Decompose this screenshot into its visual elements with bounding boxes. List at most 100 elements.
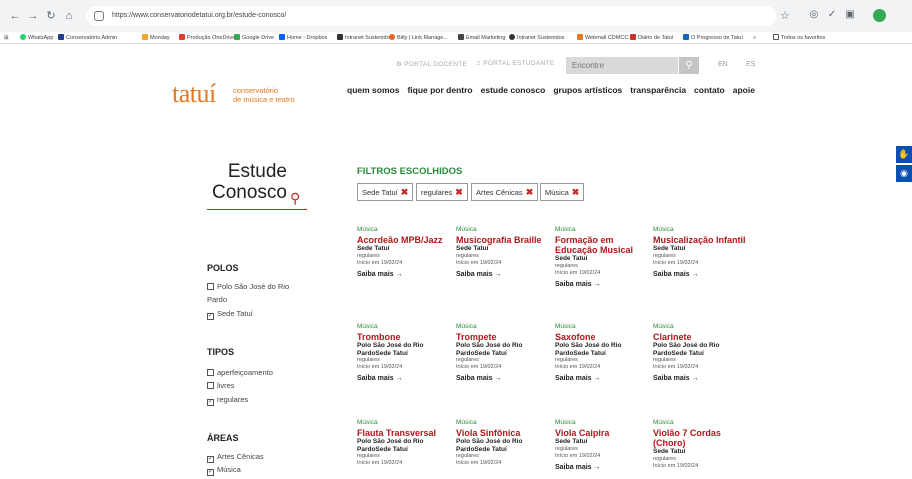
reload-icon[interactable]: ↻ [44, 9, 58, 23]
course-card[interactable]: Música Violão 7 Cordas (Choro) Sede Tatuí r… [653, 418, 747, 470]
course-card[interactable]: Música Musicografia Braille Sede Tatuí regu… [456, 225, 550, 279]
saiba-mais-link[interactable]: Saiba mais → [555, 281, 649, 289]
filter-area-musica[interactable]: ✓ Música [207, 463, 307, 476]
chip-sede-tatui[interactable]: Sede Tatuí ✖ [357, 183, 414, 201]
checkbox-unchecked-icon[interactable] [207, 369, 214, 376]
check-extension-icon[interactable]: ✓ [826, 9, 838, 21]
url-field[interactable]: https://www.conservatoriodetatui.org.br/… [86, 6, 776, 26]
saiba-mais-link[interactable]: Saiba mais → [357, 375, 451, 383]
site-info-icon[interactable] [94, 11, 104, 21]
remove-x-icon[interactable]: ✖ [526, 187, 534, 197]
bookmark-whatsapp[interactable]: WhatsApp [20, 32, 53, 43]
chip-regulares[interactable]: regulares ✖ [416, 183, 468, 201]
site-search-input[interactable] [566, 57, 678, 74]
course-title[interactable]: Musicografia Braille [456, 235, 550, 245]
filter-area-artes-cenicas[interactable]: ✓ Artes Cênicas [207, 450, 307, 463]
course-title[interactable]: Formação em Educação Musical [555, 235, 649, 255]
course-card[interactable]: Música Saxofone Polo São José do Rio Pardo… [555, 322, 649, 383]
sign-language-button[interactable]: ✋ [896, 146, 912, 163]
saiba-mais-link[interactable]: Saiba mais → [653, 375, 747, 383]
course-card[interactable]: Música Trombone Polo São José do Rio Pardo… [357, 322, 451, 383]
lang-es-link[interactable]: ES [746, 61, 755, 68]
checkbox-unchecked-icon[interactable] [207, 382, 214, 389]
course-card[interactable]: Música Acordeão MPB/Jazz Sede Tatuí regular… [357, 225, 451, 279]
lang-en-link[interactable]: EN [718, 61, 728, 68]
checkbox-checked-icon[interactable]: ✓ [207, 456, 214, 463]
bookmark-diario-tatui[interactable]: Diário de Tatuí [630, 32, 673, 43]
course-title[interactable]: Trombone [357, 332, 451, 342]
saiba-mais-link[interactable]: Saiba mais → [456, 375, 550, 383]
course-card[interactable]: Música Viola Caipira Sede Tatuí regulares In… [555, 418, 649, 472]
puzzle-icon[interactable]: ▣ [844, 9, 856, 21]
portal-docente-link[interactable]: ⚙ PORTAL DOCENTE [396, 60, 467, 68]
extension-icon[interactable]: ◎ [808, 9, 820, 21]
checkbox-checked-icon[interactable]: ✓ [207, 469, 214, 476]
course-start: Início em 19/02/24 [456, 364, 502, 370]
nav-fique-por-dentro[interactable]: fique por dentro [407, 85, 472, 95]
bookmark-webmail[interactable]: Webmail CDMCC [577, 32, 628, 43]
saiba-mais-link[interactable]: Saiba mais → [456, 271, 550, 279]
bookmark-producao-onedrive[interactable]: Produção OneDrive [179, 32, 235, 43]
course-card[interactable]: Música Clarinete Polo São José do Rio Pard… [653, 322, 747, 383]
bookmarks-overflow[interactable]: » [753, 32, 756, 43]
course-card[interactable]: Música Viola Sinfônica Polo São José do Ri… [456, 418, 550, 467]
sidebar-search-icon[interactable]: ⚲ [290, 190, 300, 207]
bookmark-email-marketing[interactable]: Email Marketing [458, 32, 505, 43]
bookmark-google-drive[interactable]: Google Drive [234, 32, 274, 43]
checkbox-unchecked-icon[interactable] [207, 283, 214, 290]
filter-tipo-aperfeicoamento[interactable]: aperfeiçoamento [207, 366, 307, 379]
bookmark-all-favorites[interactable]: Todos os favoritos [773, 32, 825, 43]
course-title[interactable]: Clarinete [653, 332, 747, 342]
course-title[interactable]: Saxofone [555, 332, 649, 342]
nav-quem-somos[interactable]: quem somos [347, 85, 399, 95]
accessibility-eye-button[interactable]: ◉ [896, 165, 912, 182]
course-title[interactable]: Violão 7 Cordas (Choro) [653, 428, 747, 448]
nav-estude-conosco[interactable]: estude conosco [481, 85, 546, 95]
remove-x-icon[interactable]: ✖ [455, 187, 463, 197]
course-card[interactable]: Música Flauta Transversal Polo São José do… [357, 418, 451, 467]
course-title[interactable]: Flauta Transversal [357, 428, 451, 438]
back-arrow-icon[interactable]: ← [8, 9, 22, 23]
nav-transparencia[interactable]: transparência [630, 85, 686, 95]
site-search-button[interactable]: ⚲ [679, 57, 699, 74]
portal-estudante-link[interactable]: ♫ PORTAL ESTUDANTE [476, 60, 554, 67]
bookmark-bitly[interactable]: Bitly | Link Manage... [389, 32, 448, 43]
checkbox-checked-icon[interactable]: ✓ [207, 399, 214, 406]
filter-tipo-regulares[interactable]: ✓ regulares [207, 393, 307, 406]
nav-contato[interactable]: contato [694, 85, 725, 95]
bookmark-conservatorio-admin[interactable]: Conservatório Admin [58, 32, 117, 43]
course-title[interactable]: Musicalização Infantil [653, 235, 747, 245]
apps-grid-icon[interactable]: ⊞ [4, 32, 9, 43]
forward-arrow-icon[interactable]: → [26, 9, 40, 23]
bookmark-dropbox[interactable]: Home - Dropbox [279, 32, 327, 43]
course-title[interactable]: Viola Caipira [555, 428, 649, 438]
nav-apoie[interactable]: apoie [733, 85, 755, 95]
course-card[interactable]: Música Musicalização Infantil Sede Tatuí re… [653, 225, 747, 279]
bookmark-monday[interactable]: Monday [142, 32, 170, 43]
course-card[interactable]: Música Formação em Educação Musical Sede T… [555, 225, 649, 289]
course-title[interactable]: Acordeão MPB/Jazz [357, 235, 451, 245]
chip-artes-cenicas[interactable]: Artes Cênicas ✖ [471, 183, 539, 201]
course-card[interactable]: Música Trompete Polo São José do Rio Pardo… [456, 322, 550, 383]
filter-polo-sede-tatui[interactable]: ✓ Sede Tatuí [207, 307, 307, 320]
nav-grupos-artisticos[interactable]: grupos artísticos [553, 85, 622, 95]
remove-x-icon[interactable]: ✖ [572, 187, 580, 197]
course-title[interactable]: Viola Sinfônica [456, 428, 550, 438]
sidebar-search-field[interactable] [207, 209, 307, 210]
saiba-mais-link[interactable]: Saiba mais → [653, 271, 747, 279]
home-icon[interactable]: ⌂ [62, 9, 76, 23]
chip-musica[interactable]: Música ✖ [540, 183, 585, 201]
filter-tipo-livres[interactable]: livres [207, 379, 307, 392]
profile-avatar[interactable] [873, 9, 886, 22]
checkbox-checked-icon[interactable]: ✓ [207, 313, 214, 320]
bookmark-progresso-tatui[interactable]: O Progresso de Tatuí [683, 32, 743, 43]
bookmark-intranet-2[interactable]: Intranet Sustenidos [509, 32, 564, 43]
filter-polo-sao-jose[interactable]: Polo São José do Rio Pardo [207, 280, 307, 306]
saiba-mais-link[interactable]: Saiba mais → [555, 375, 649, 383]
bookmark-intranet-1[interactable]: Intranet Sustenidos [337, 32, 392, 43]
bookmark-star-icon[interactable]: ☆ [780, 9, 790, 22]
remove-x-icon[interactable]: ✖ [401, 187, 409, 197]
saiba-mais-link[interactable]: Saiba mais → [555, 464, 649, 472]
course-title[interactable]: Trompete [456, 332, 550, 342]
saiba-mais-link[interactable]: Saiba mais → [357, 271, 451, 279]
